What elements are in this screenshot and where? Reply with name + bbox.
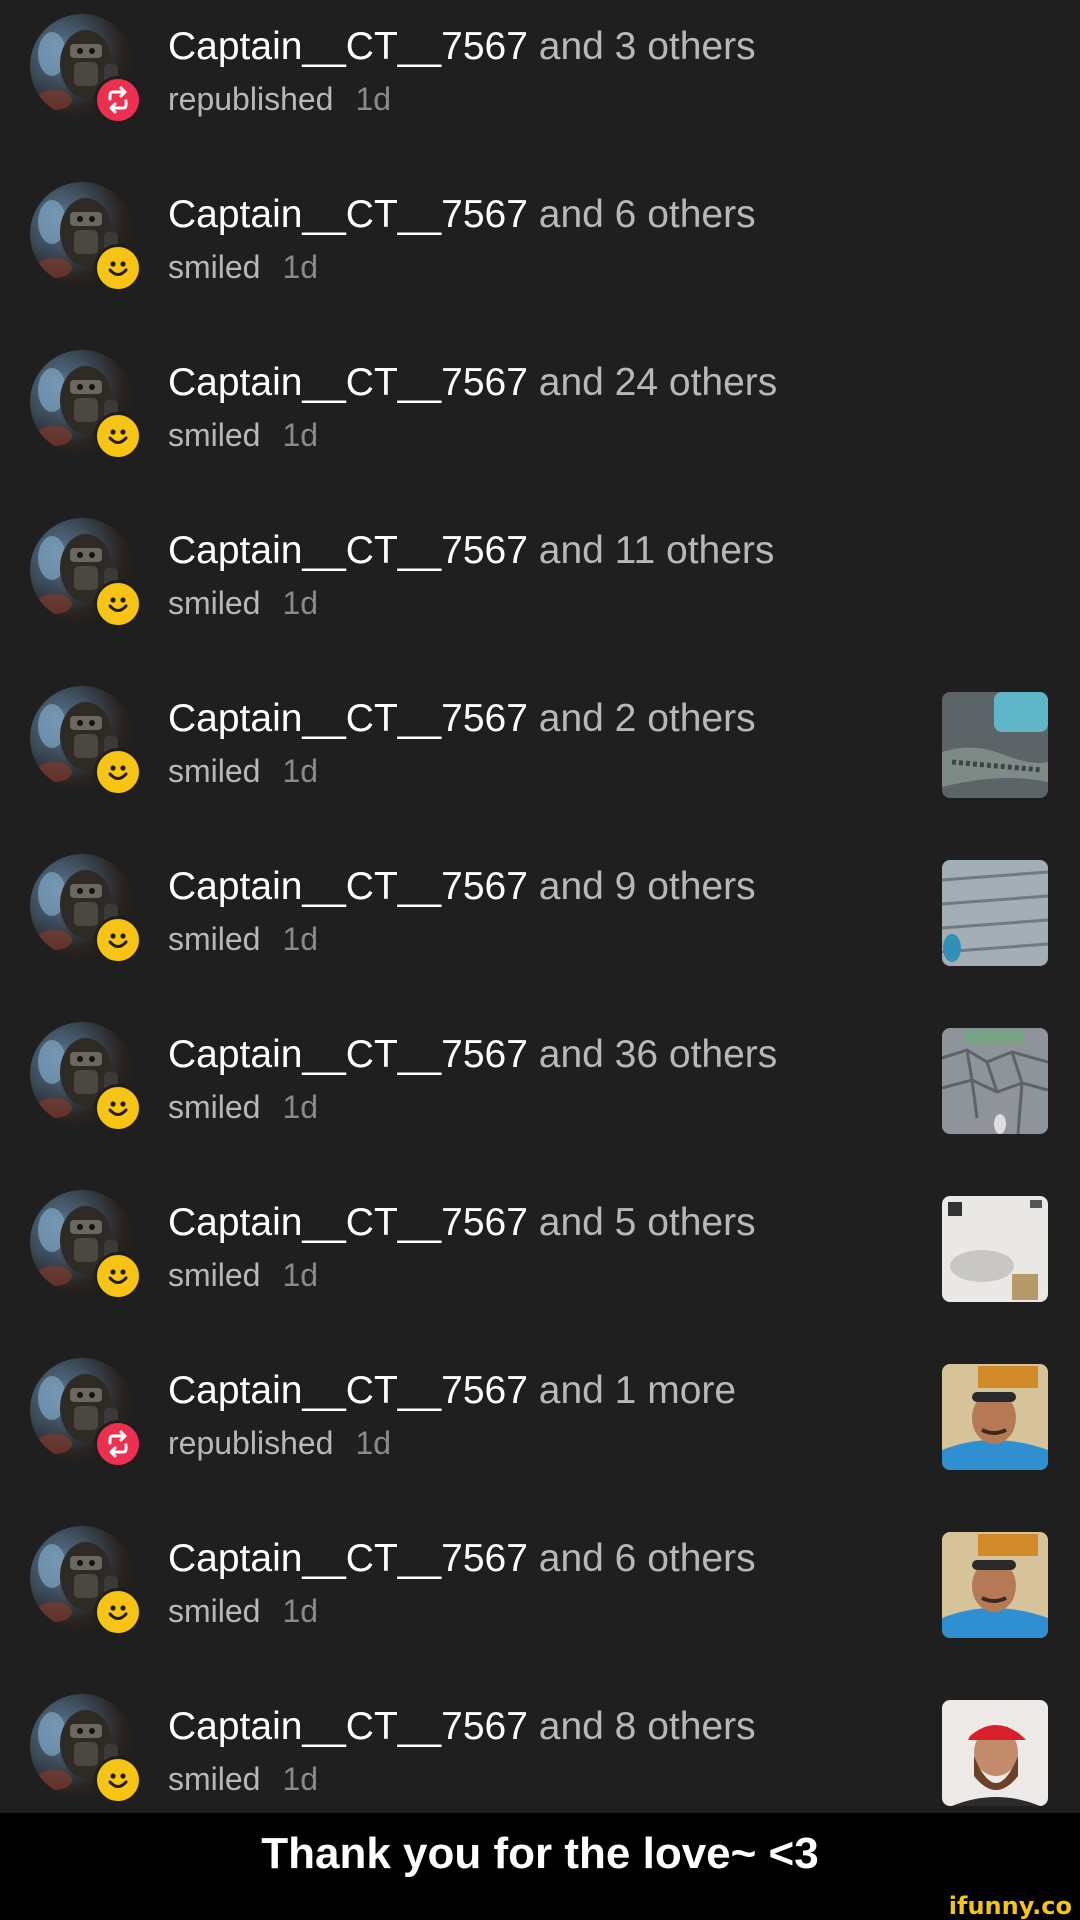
smile-icon: [94, 244, 142, 292]
caption-bar: Thank you for the love~ <3: [0, 1813, 1080, 1895]
notification-title: Captain__CT__7567 and 36 others: [168, 1032, 777, 1078]
notification-title: Captain__CT__7567 and 9 others: [168, 864, 756, 910]
notification-title: Captain__CT__7567 and 1 more: [168, 1368, 736, 1414]
notification-subtitle: smiled 1d: [168, 415, 318, 455]
notification-feed: Captain__CT__7567 and 3 others republishe…: [0, 0, 1080, 1813]
timestamp: 1d: [282, 1089, 319, 1125]
notification-title: Captain__CT__7567 and 8 others: [168, 1704, 756, 1750]
username-link[interactable]: Captain__CT__7567: [168, 1369, 528, 1412]
others-count: and 11 others: [527, 529, 775, 572]
stone-path-photo-thumbnail[interactable]: [942, 1028, 1048, 1134]
username-link[interactable]: Captain__CT__7567: [168, 1201, 528, 1244]
man-selfie-photo-thumbnail[interactable]: [942, 1532, 1048, 1638]
notification-row[interactable]: Captain__CT__7567 and 24 others smiled 1d: [0, 336, 1080, 504]
notification-subtitle: smiled 1d: [168, 751, 318, 791]
republish-icon: [94, 1420, 142, 1468]
notification-title: Captain__CT__7567 and 3 others: [168, 24, 756, 70]
timestamp: 1d: [282, 921, 319, 957]
notification-row[interactable]: Captain__CT__7567 and 36 others smiled 1d: [0, 1008, 1080, 1176]
man-selfie-photo-thumbnail[interactable]: [942, 1364, 1048, 1470]
action-label: smiled: [168, 417, 261, 453]
notification-subtitle: smiled 1d: [168, 1759, 318, 1799]
notification-title: Captain__CT__7567 and 5 others: [168, 1200, 756, 1246]
action-label: smiled: [168, 249, 261, 285]
timestamp: 1d: [282, 585, 319, 621]
others-count: and 9 others: [527, 865, 756, 908]
notification-row[interactable]: Captain__CT__7567 and 9 others smiled 1d: [0, 840, 1080, 1008]
notification-subtitle: smiled 1d: [168, 1255, 318, 1295]
timestamp: 1d: [282, 753, 319, 789]
notification-row[interactable]: Captain__CT__7567 and 6 others smiled 1d: [0, 168, 1080, 336]
action-label: smiled: [168, 753, 261, 789]
others-count: and 1 more: [527, 1369, 737, 1412]
smile-icon: [94, 412, 142, 460]
smile-icon: [94, 1252, 142, 1300]
timestamp: 1d: [282, 1257, 319, 1293]
notification-title: Captain__CT__7567 and 11 others: [168, 528, 774, 574]
action-label: smiled: [168, 585, 261, 621]
smile-icon: [94, 748, 142, 796]
notification-row[interactable]: Captain__CT__7567 and 3 others republishe…: [0, 0, 1080, 168]
notification-title: Captain__CT__7567 and 24 others: [168, 360, 777, 406]
action-label: smiled: [168, 1593, 261, 1629]
others-count: and 6 others: [527, 193, 756, 236]
others-count: and 8 others: [527, 1705, 756, 1748]
notification-row[interactable]: Captain__CT__7567 and 1 more republished 1…: [0, 1344, 1080, 1512]
smile-icon: [94, 1084, 142, 1132]
others-count: and 36 others: [527, 1033, 778, 1076]
notification-subtitle: smiled 1d: [168, 583, 318, 623]
others-count: and 3 others: [527, 25, 756, 68]
caption-text: Thank you for the love~ <3: [261, 1829, 819, 1878]
smile-icon: [94, 1756, 142, 1804]
notification-title: Captain__CT__7567 and 2 others: [168, 696, 756, 742]
red-cap-man-photo-thumbnail[interactable]: [942, 1700, 1048, 1806]
username-link[interactable]: Captain__CT__7567: [168, 1537, 528, 1580]
username-link[interactable]: Captain__CT__7567: [168, 361, 528, 404]
timestamp: 1d: [282, 417, 319, 453]
lizard-photo-thumbnail[interactable]: [942, 692, 1048, 798]
timestamp: 1d: [282, 249, 319, 285]
timestamp: 1d: [282, 1761, 319, 1797]
notification-title: Captain__CT__7567 and 6 others: [168, 192, 756, 238]
notification-subtitle: smiled 1d: [168, 247, 318, 287]
smile-icon: [94, 1588, 142, 1636]
action-label: smiled: [168, 1761, 261, 1797]
action-label: republished: [168, 81, 334, 117]
timestamp: 1d: [282, 1593, 319, 1629]
others-count: and 6 others: [527, 1537, 756, 1580]
notification-subtitle: republished 1d: [168, 79, 391, 119]
notification-row[interactable]: Captain__CT__7567 and 2 others smiled 1d: [0, 672, 1080, 840]
smile-icon: [94, 580, 142, 628]
ifunny-watermark: ifunny.co: [948, 1892, 1072, 1920]
notification-subtitle: smiled 1d: [168, 919, 318, 959]
username-link[interactable]: Captain__CT__7567: [168, 697, 528, 740]
username-link[interactable]: Captain__CT__7567: [168, 1033, 528, 1076]
username-link[interactable]: Captain__CT__7567: [168, 1705, 528, 1748]
username-link[interactable]: Captain__CT__7567: [168, 529, 528, 572]
others-count: and 24 others: [527, 361, 778, 404]
username-link[interactable]: Captain__CT__7567: [168, 865, 528, 908]
notification-subtitle: smiled 1d: [168, 1087, 318, 1127]
username-link[interactable]: Captain__CT__7567: [168, 193, 528, 236]
smile-icon: [94, 916, 142, 964]
notification-row[interactable]: Captain__CT__7567 and 11 others smiled 1d: [0, 504, 1080, 672]
action-label: republished: [168, 1425, 334, 1461]
others-count: and 5 others: [527, 1201, 756, 1244]
timestamp: 1d: [355, 1425, 392, 1461]
action-label: smiled: [168, 1089, 261, 1125]
action-label: smiled: [168, 1257, 261, 1293]
notification-row[interactable]: Captain__CT__7567 and 6 others smiled 1d: [0, 1512, 1080, 1680]
wood-deck-photo-thumbnail[interactable]: [942, 860, 1048, 966]
white-room-photo-thumbnail[interactable]: [942, 1196, 1048, 1302]
others-count: and 2 others: [527, 697, 756, 740]
republish-icon: [94, 76, 142, 124]
username-link[interactable]: Captain__CT__7567: [168, 25, 528, 68]
footer-bar: [0, 1895, 1080, 1920]
notification-title: Captain__CT__7567 and 6 others: [168, 1536, 756, 1582]
notification-subtitle: republished 1d: [168, 1423, 391, 1463]
notification-row[interactable]: Captain__CT__7567 and 5 others smiled 1d: [0, 1176, 1080, 1344]
timestamp: 1d: [355, 81, 392, 117]
action-label: smiled: [168, 921, 261, 957]
notification-subtitle: smiled 1d: [168, 1591, 318, 1631]
